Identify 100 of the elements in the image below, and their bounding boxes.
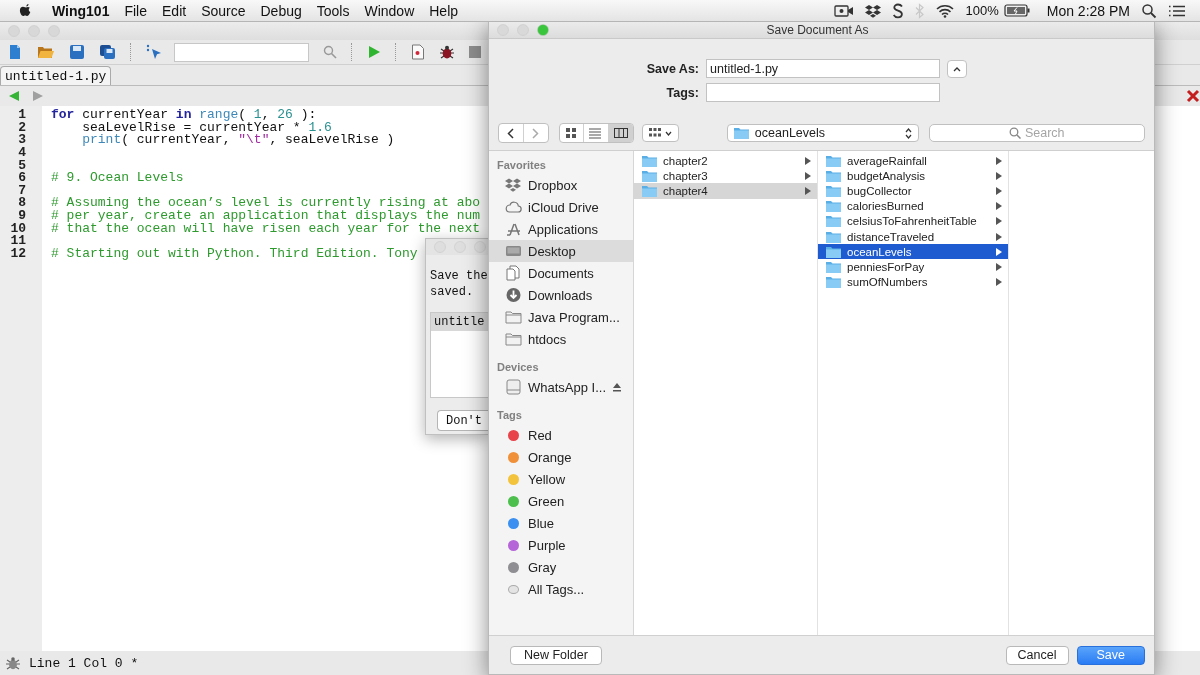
document-icon[interactable] <box>411 44 425 60</box>
collapse-button[interactable] <box>947 59 967 78</box>
dropbox-icon <box>505 177 522 193</box>
tags-field[interactable] <box>706 83 940 102</box>
sidebar-item[interactable]: Red <box>489 424 633 446</box>
desktop-icon <box>505 243 522 259</box>
folder-item[interactable]: celsiusToFahrenheitTable <box>818 213 1008 229</box>
sidebar-item[interactable]: Green <box>489 490 633 512</box>
tag-dot <box>508 584 519 594</box>
menu-item[interactable]: Window <box>364 2 415 19</box>
close-icon[interactable] <box>1186 89 1200 103</box>
new-folder-button[interactable]: New Folder <box>510 645 602 665</box>
menu-item[interactable]: File <box>124 2 147 19</box>
sidebar-item[interactable]: Java Program... <box>489 306 633 328</box>
folder-icon <box>826 169 841 182</box>
folder-item[interactable]: chapter2 <box>634 153 817 169</box>
code-line: # Starting out with Python. Third Edition. Tony <box>51 248 418 261</box>
navigation-control[interactable] <box>498 123 549 143</box>
chevron-icon <box>507 127 515 139</box>
code-line: seaLevelRise = currentYear * 1.6 <box>81 121 332 135</box>
new-file-icon[interactable] <box>7 44 23 60</box>
code-line: # 9. Ocean Levels <box>51 172 184 185</box>
back-icon[interactable] <box>8 90 20 102</box>
bug-icon[interactable] <box>439 44 455 60</box>
sidebar-item[interactable]: Desktop <box>489 240 633 262</box>
run-icon[interactable] <box>367 45 381 59</box>
arrange-button[interactable] <box>642 124 679 142</box>
apple-icon[interactable] <box>19 2 33 19</box>
sidebar-item[interactable]: Documents <box>489 262 633 284</box>
line-number: 12 <box>9 248 26 261</box>
location-popup[interactable]: oceanLevels <box>726 124 919 142</box>
code-line: print( currentYear, "\t", seaLevelRise ) <box>81 134 395 147</box>
section-heading: Devices <box>496 359 540 375</box>
downloads-icon <box>505 287 522 303</box>
folder-item[interactable]: averageRainfall <box>818 153 1008 169</box>
wifi-icon[interactable] <box>936 3 955 18</box>
view-button[interactable] <box>608 124 634 142</box>
folder-item[interactable]: penniesForPay <box>818 259 1008 275</box>
cancel-button[interactable]: Cancel <box>1005 645 1069 665</box>
sidebar-item[interactable]: Downloads <box>489 284 633 306</box>
menu-item[interactable]: Source <box>201 2 246 19</box>
documents-icon <box>505 265 522 281</box>
battery-icon[interactable] <box>1003 4 1030 17</box>
sidebar-item[interactable]: Purple <box>489 534 633 556</box>
search-icon[interactable] <box>1141 2 1157 19</box>
dropbox-icon[interactable] <box>865 3 882 18</box>
sidebar-item[interactable]: Applications <box>489 218 633 240</box>
folder-item[interactable]: budgetAnalysis <box>818 168 1008 184</box>
file-name-field[interactable]: untitled-1.py <box>706 59 940 78</box>
menu-item[interactable]: Debug <box>260 2 302 19</box>
menu-item[interactable]: Edit <box>162 2 187 19</box>
line-number: 1 <box>17 109 26 122</box>
folder-item[interactable]: oceanLevels <box>818 244 1008 260</box>
unsaved-file-item[interactable]: untitle <box>431 313 488 331</box>
sidebar-item[interactable]: Yellow <box>489 468 633 490</box>
save-icon[interactable] <box>69 44 85 60</box>
folder-icon <box>642 169 657 182</box>
search-field[interactable] <box>174 42 309 62</box>
window-button[interactable] <box>537 23 549 36</box>
clock[interactable]: Mon 2:28 PM <box>1046 2 1130 19</box>
folder-item[interactable]: sumOfNumbers <box>818 274 1008 290</box>
sidebar-item[interactable]: Orange <box>489 446 633 468</box>
field-label: Save As: <box>645 61 699 76</box>
code-line: # that the ocean will have risen each year for the next <box>51 222 481 236</box>
folder-icon <box>826 245 841 258</box>
forward-icon[interactable] <box>32 90 44 102</box>
sidebar-item[interactable]: Blue <box>489 512 633 534</box>
icon-view-icon <box>564 127 579 139</box>
pointer-icon[interactable] <box>146 44 162 60</box>
folder-icon <box>826 276 841 289</box>
open-folder-icon[interactable] <box>37 44 55 60</box>
sidebar-item[interactable]: All Tags... <box>489 578 633 600</box>
list-view-icon <box>589 127 604 139</box>
menu-item[interactable]: Tools <box>316 2 350 19</box>
battery-percent: 100% <box>965 3 999 18</box>
chevron-icon <box>532 127 540 139</box>
sidebar-item[interactable]: iCloud Drive <box>489 196 633 218</box>
bluetooth-icon[interactable] <box>915 2 926 19</box>
sidebar-item[interactable]: Gray <box>489 556 633 578</box>
dont-save-button[interactable]: Don't <box>437 410 488 431</box>
view-mode-control[interactable] <box>558 123 635 143</box>
file-tab[interactable]: untitled-1.py <box>0 66 112 85</box>
folder-item[interactable]: distanceTraveled <box>818 228 1008 245</box>
sidebar-item[interactable]: WhatsApp I... <box>489 376 633 398</box>
menu-item[interactable]: Help <box>429 2 459 19</box>
sync-icon[interactable] <box>892 2 905 19</box>
menu-icon[interactable] <box>1168 4 1186 17</box>
app-menu[interactable]: Wing101 <box>52 2 110 19</box>
camera-icon[interactable] <box>834 3 855 18</box>
folder-item[interactable]: bugCollector <box>818 183 1008 199</box>
sidebar-item[interactable]: Dropbox <box>489 174 633 196</box>
folder-item[interactable]: chapter4 <box>634 183 817 199</box>
eject-icon[interactable] <box>612 382 623 392</box>
save-all-icon[interactable] <box>99 44 116 60</box>
status-text: Line 1 Col 0 * <box>29 655 139 671</box>
code-line: for currentYear in range( 1, 26 ): <box>51 109 317 122</box>
sidebar-item[interactable]: htdocs <box>489 328 633 350</box>
folder-item[interactable]: chapter3 <box>634 168 817 184</box>
folder-item[interactable]: caloriesBurned <box>818 198 1008 214</box>
message-text: saved. <box>430 284 474 300</box>
